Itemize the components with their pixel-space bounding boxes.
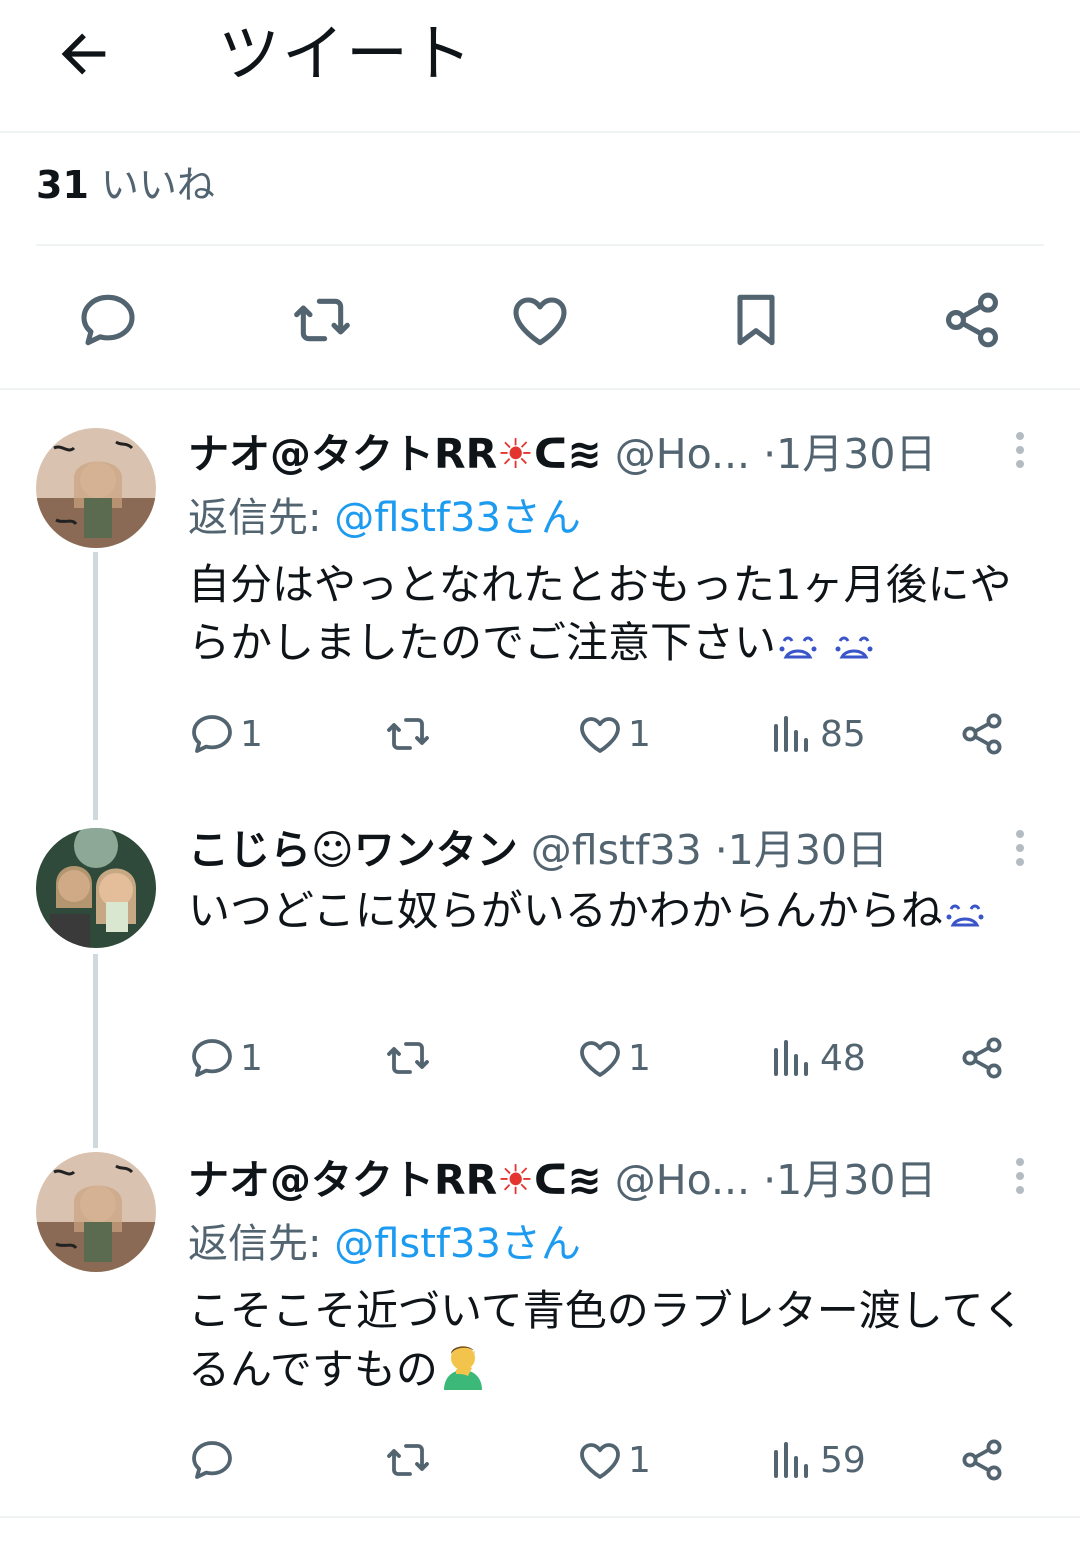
reply-button[interactable]: 1 bbox=[188, 706, 263, 762]
like-button[interactable] bbox=[508, 288, 572, 352]
reply-count: 1 bbox=[240, 1037, 263, 1079]
like-count: 1 bbox=[628, 1037, 651, 1079]
share-button[interactable] bbox=[940, 288, 1004, 352]
share-button[interactable] bbox=[958, 1030, 1006, 1086]
views-chart-icon bbox=[774, 716, 808, 752]
display-name[interactable]: こじら☺ワンタン bbox=[188, 826, 518, 874]
user-handle[interactable]: @flstf33 bbox=[531, 826, 702, 874]
tweet-text: 自分はやっとなれたとおもった1ヶ月後にやらかしましたのでご注意下さい bbox=[188, 560, 1012, 667]
more-options-button[interactable] bbox=[1006, 826, 1034, 876]
reply-button[interactable] bbox=[76, 288, 140, 352]
retweet-icon bbox=[294, 298, 350, 342]
like-button[interactable]: 1 bbox=[576, 706, 651, 762]
mention-link[interactable]: @flstf33さん bbox=[334, 495, 581, 541]
like-icon bbox=[580, 1041, 620, 1077]
facepalm-emoji bbox=[438, 1345, 488, 1394]
retweet-button[interactable] bbox=[384, 1432, 436, 1488]
like-icon bbox=[580, 1443, 620, 1479]
avatar[interactable] bbox=[36, 828, 156, 948]
tweet-date[interactable]: 1月30日 bbox=[776, 430, 936, 478]
separator-dot: · bbox=[763, 430, 777, 478]
likes-label: いいね bbox=[100, 163, 215, 207]
bookmark-icon bbox=[737, 294, 775, 346]
reply-icon bbox=[81, 294, 135, 346]
top-bar: ツイート bbox=[0, 0, 1080, 133]
divider bbox=[0, 388, 1080, 390]
reply-header: こじら☺ワンタン @flstf33 ·1月30日 bbox=[188, 820, 888, 880]
likes-count: 31 bbox=[36, 163, 89, 207]
name-suffix: ☀ᑕ≋ bbox=[497, 1156, 602, 1204]
replying-to: 返信先: @flstf33さん bbox=[188, 488, 581, 548]
retweet-button[interactable] bbox=[384, 1030, 436, 1086]
more-options-button[interactable] bbox=[1006, 428, 1034, 478]
reply-button[interactable] bbox=[188, 1432, 240, 1488]
weary-face-emoji bbox=[943, 886, 987, 935]
retweet-icon bbox=[387, 1042, 429, 1074]
display-name[interactable]: ナオ@タクトRR bbox=[188, 430, 497, 478]
user-handle[interactable]: @Ho... bbox=[615, 430, 750, 478]
view-count: 85 bbox=[820, 713, 866, 755]
reply-button[interactable]: 1 bbox=[188, 1030, 263, 1086]
reply-icon bbox=[192, 1039, 232, 1077]
divider bbox=[36, 244, 1044, 246]
replying-label: 返信先: bbox=[188, 1221, 335, 1267]
reply-icon bbox=[192, 715, 232, 753]
share-icon bbox=[962, 1439, 1002, 1481]
views-button[interactable]: 48 bbox=[768, 1030, 866, 1086]
views-chart-icon bbox=[774, 1040, 808, 1076]
replying-to: 返信先: @flstf33さん bbox=[188, 1214, 581, 1274]
weary-face-emoji bbox=[776, 618, 876, 667]
separator-dot: · bbox=[714, 826, 728, 874]
reply-header: ナオ@タクトRR☀ᑕ≋ @Ho... ·1月30日 bbox=[188, 1150, 936, 1210]
like-count: 1 bbox=[628, 713, 651, 755]
arrow-left-icon bbox=[61, 33, 106, 75]
avatar[interactable] bbox=[36, 428, 156, 548]
like-icon bbox=[513, 297, 567, 346]
likes-count-row[interactable]: 31 いいね bbox=[36, 150, 215, 220]
share-icon bbox=[962, 1037, 1002, 1079]
retweet-button[interactable] bbox=[384, 706, 436, 762]
share-button[interactable] bbox=[958, 1432, 1006, 1488]
views-chart-icon bbox=[774, 1442, 808, 1478]
mention-link[interactable]: @flstf33さん bbox=[334, 1221, 581, 1267]
replying-label: 返信先: bbox=[188, 495, 335, 541]
retweet-icon bbox=[387, 1444, 429, 1476]
share-icon bbox=[962, 713, 1002, 755]
more-vertical-icon bbox=[1016, 830, 1024, 866]
avatar[interactable] bbox=[36, 1152, 156, 1272]
more-vertical-icon bbox=[1016, 1158, 1024, 1194]
retweet-icon bbox=[387, 718, 429, 750]
like-icon bbox=[580, 717, 620, 753]
thread-line bbox=[93, 954, 98, 1148]
user-handle[interactable]: @Ho... bbox=[615, 1156, 750, 1204]
views-button[interactable]: 85 bbox=[768, 706, 866, 762]
tweet-text: いつどこに奴らがいるかわからんからね bbox=[188, 882, 1008, 940]
like-count: 1 bbox=[628, 1439, 651, 1481]
more-options-button[interactable] bbox=[1006, 1154, 1034, 1204]
like-button[interactable]: 1 bbox=[576, 1432, 651, 1488]
thread-line bbox=[93, 552, 98, 820]
tweet-date[interactable]: 1月30日 bbox=[728, 826, 888, 874]
bookmark-button[interactable] bbox=[724, 288, 788, 352]
back-button[interactable] bbox=[52, 22, 116, 86]
reply-icon bbox=[192, 1441, 232, 1479]
separator-dot: · bbox=[763, 1156, 777, 1204]
retweet-button[interactable] bbox=[290, 288, 354, 352]
reply-count: 1 bbox=[240, 713, 263, 755]
name-suffix: ☀ᑕ≋ bbox=[497, 430, 602, 478]
view-count: 48 bbox=[820, 1037, 866, 1079]
tweet-text: こそこそ近づいて青色のラブレター渡してくるんですもの bbox=[188, 1286, 1025, 1394]
view-count: 59 bbox=[820, 1439, 866, 1481]
views-button[interactable]: 59 bbox=[768, 1432, 866, 1488]
reply-header: ナオ@タクトRR☀ᑕ≋ @Ho... ·1月30日 bbox=[188, 424, 936, 484]
share-icon bbox=[946, 292, 998, 348]
divider bbox=[0, 1516, 1080, 1518]
tweet-date[interactable]: 1月30日 bbox=[776, 1156, 936, 1204]
more-vertical-icon bbox=[1016, 432, 1024, 468]
share-button[interactable] bbox=[958, 706, 1006, 762]
display-name[interactable]: ナオ@タクトRR bbox=[188, 1156, 497, 1204]
like-button[interactable]: 1 bbox=[576, 1030, 651, 1086]
page-title: ツイート bbox=[218, 17, 475, 90]
